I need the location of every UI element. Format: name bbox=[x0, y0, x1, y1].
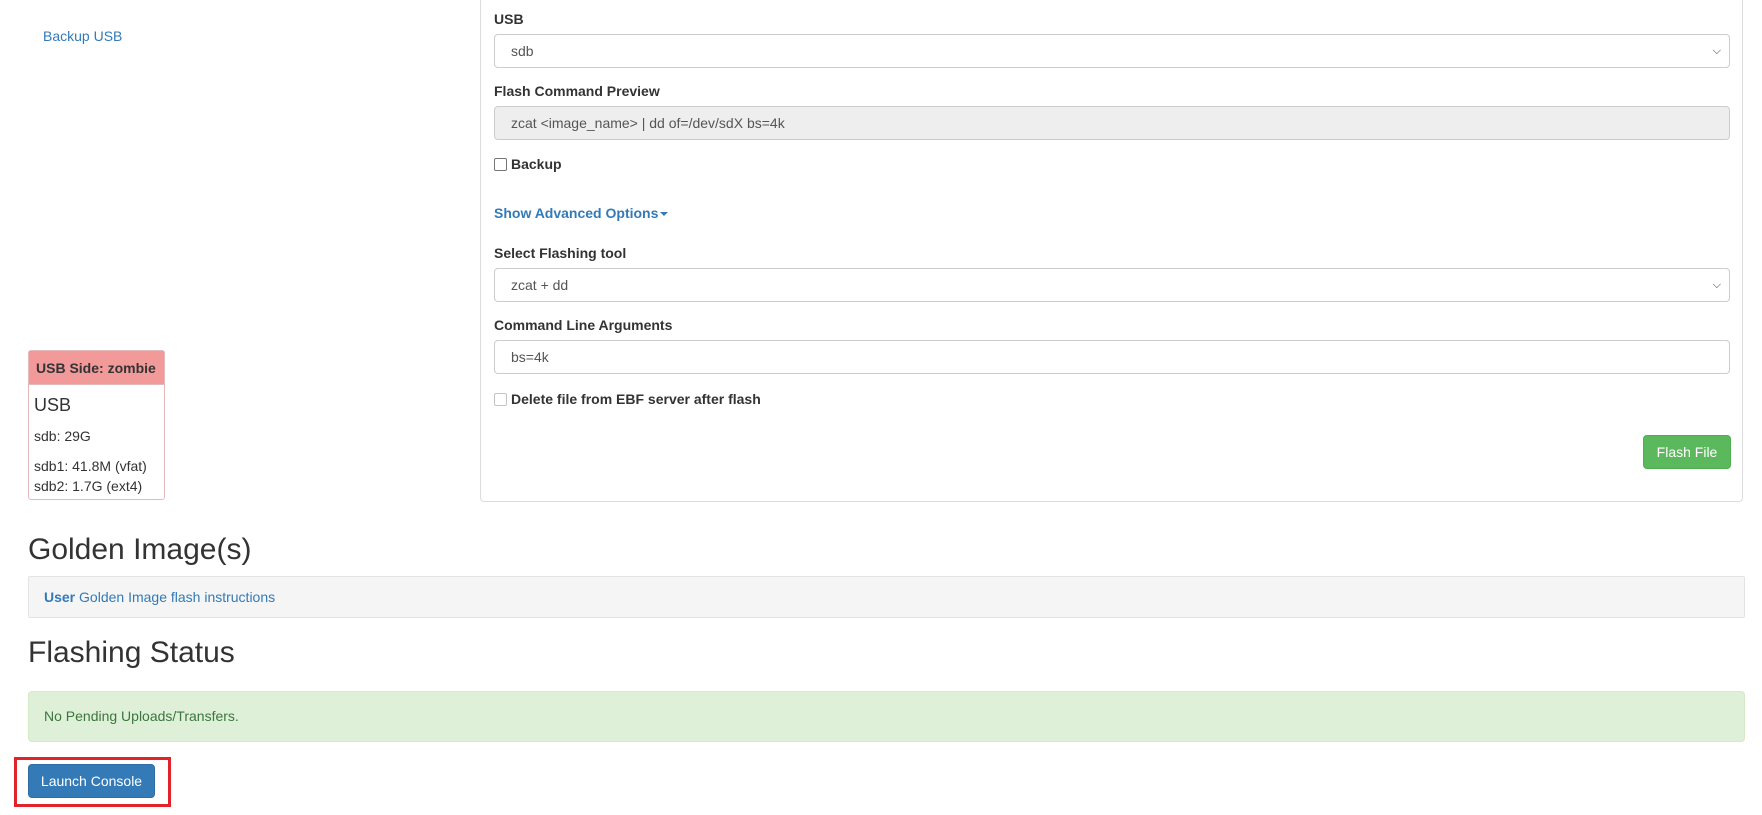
delete-file-checkbox-row[interactable]: Delete file from EBF server after flash bbox=[494, 391, 761, 407]
cli-args-input[interactable]: bs=4k bbox=[494, 340, 1730, 374]
usb-device-size: sdb: 29G bbox=[34, 428, 91, 444]
flashing-status-alert: No Pending Uploads/Transfers. bbox=[28, 691, 1745, 742]
flash-preview-label: Flash Command Preview bbox=[494, 83, 660, 99]
usb-info-card: USB Side: zombie USB sdb: 29G sdb1: 41.8… bbox=[28, 350, 165, 500]
backup-checkbox[interactable] bbox=[494, 157, 507, 171]
golden-user-label: User bbox=[44, 589, 76, 605]
partition-item: sdb2: 1.7G (ext4) bbox=[34, 478, 143, 494]
flash-command-preview-value: zcat <image_name> | dd of=/dev/sdX bs=4k bbox=[511, 115, 785, 131]
golden-instructions-link[interactable]: Golden Image flash instructions bbox=[79, 589, 275, 605]
usb-select[interactable]: sdb ⌵ bbox=[494, 34, 1730, 68]
flashing-tool-select[interactable]: zcat + dd ⌵ bbox=[494, 268, 1730, 302]
backup-checkbox-label: Backup bbox=[511, 156, 562, 172]
backup-checkbox-row[interactable]: Backup bbox=[494, 156, 562, 172]
usb-select-label: USB bbox=[494, 11, 524, 27]
delete-file-label: Delete file from EBF server after flash bbox=[511, 391, 761, 407]
delete-file-checkbox[interactable] bbox=[494, 392, 507, 406]
partition-item: sdb1: 41.8M (vfat) bbox=[34, 458, 147, 474]
flashing-status-heading: Flashing Status bbox=[28, 636, 235, 669]
flash-command-preview: zcat <image_name> | dd of=/dev/sdX bs=4k bbox=[494, 106, 1730, 140]
advanced-toggle-label: Show Advanced Options bbox=[494, 205, 659, 221]
golden-image-well: User Golden Image flash instructions bbox=[28, 576, 1745, 618]
chevron-down-icon: ⌵ bbox=[1712, 279, 1721, 291]
chevron-down-icon: ⌵ bbox=[1712, 45, 1721, 57]
backup-usb-link[interactable]: Backup USB bbox=[43, 28, 122, 44]
flashing-tool-value: zcat + dd bbox=[511, 277, 569, 293]
golden-images-heading: Golden Image(s) bbox=[28, 533, 252, 566]
cli-args-value: bs=4k bbox=[511, 349, 549, 365]
usb-select-value: sdb bbox=[511, 43, 534, 59]
launch-console-button[interactable]: Launch Console bbox=[28, 764, 155, 798]
show-advanced-options-toggle[interactable]: Show Advanced Options bbox=[494, 205, 669, 221]
flash-form-panel bbox=[480, 0, 1743, 502]
caret-down-icon bbox=[660, 212, 669, 217]
flash-file-button[interactable]: Flash File bbox=[1643, 435, 1731, 469]
flashing-tool-label: Select Flashing tool bbox=[494, 245, 627, 261]
usb-card-title: USB bbox=[34, 395, 72, 415]
cli-args-label: Command Line Arguments bbox=[494, 317, 673, 333]
usb-side-header: USB Side: zombie bbox=[29, 351, 164, 385]
